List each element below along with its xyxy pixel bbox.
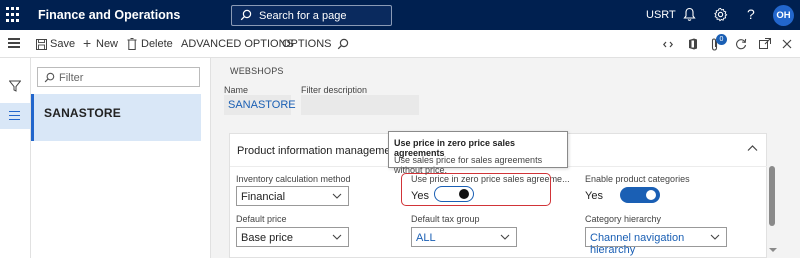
gear-icon[interactable] bbox=[713, 7, 728, 22]
waffle-icon[interactable] bbox=[6, 7, 22, 23]
default-price-value: Base price bbox=[241, 232, 293, 244]
filter-placeholder: Filter bbox=[59, 72, 84, 84]
focus-highlight bbox=[401, 173, 551, 206]
left-rail bbox=[0, 58, 31, 258]
list-panel: Filter SANASTORE bbox=[31, 58, 211, 258]
help-icon[interactable]: ? bbox=[747, 6, 755, 22]
chevron-up-icon[interactable] bbox=[747, 144, 758, 152]
default-tax-group-label: Default tax group bbox=[411, 214, 480, 224]
category-hierarchy-label: Category hierarchy bbox=[585, 214, 662, 224]
advanced-options-tab[interactable]: ADVANCED OPTIONS bbox=[181, 38, 294, 50]
open-new-window-icon[interactable] bbox=[759, 38, 771, 49]
app-title[interactable]: Finance and Operations bbox=[38, 8, 180, 22]
close-icon[interactable] bbox=[782, 39, 792, 49]
refresh-icon[interactable] bbox=[735, 38, 747, 50]
name-label: Name bbox=[224, 85, 249, 95]
top-nav-bar: Finance and Operations Search for a page… bbox=[0, 0, 800, 30]
default-tax-group-value: ALL bbox=[416, 232, 436, 244]
list-item[interactable]: SANASTORE bbox=[31, 94, 201, 141]
category-hierarchy-dropdown[interactable]: Channel navigation hierarchy bbox=[585, 227, 727, 256]
company-picker[interactable]: USRT bbox=[646, 9, 676, 21]
search-icon bbox=[44, 72, 55, 83]
default-price-dropdown[interactable]: Base price bbox=[236, 227, 349, 247]
search-placeholder: Search for a page bbox=[259, 10, 347, 22]
inventory-method-value: Financial bbox=[241, 191, 286, 203]
search-icon bbox=[240, 9, 252, 21]
action-pane: Save + New Delete ADVANCED OPTIONS OPTIO… bbox=[0, 30, 800, 58]
tooltip: Use price in zero price sales agreements… bbox=[388, 131, 568, 175]
new-button[interactable]: New bbox=[96, 38, 118, 50]
list-icon[interactable] bbox=[0, 103, 30, 129]
chevron-down-icon bbox=[332, 193, 342, 199]
filter-description-field[interactable] bbox=[301, 95, 419, 115]
name-field[interactable]: SANASTORE bbox=[224, 95, 296, 115]
inventory-method-dropdown[interactable]: Financial bbox=[236, 186, 349, 206]
default-tax-group-dropdown[interactable]: ALL bbox=[411, 227, 517, 247]
bell-icon[interactable] bbox=[683, 7, 696, 22]
scrollbar-thumb[interactable] bbox=[769, 166, 775, 226]
scroll-down-arrow-icon[interactable] bbox=[768, 247, 778, 253]
office-icon[interactable] bbox=[688, 38, 698, 50]
chevron-down-icon bbox=[710, 234, 720, 240]
filter-description-label: Filter description bbox=[301, 85, 368, 95]
search-icon[interactable] bbox=[337, 38, 349, 50]
page-caption: WEBSHOPS bbox=[230, 66, 284, 76]
product-categories-toggle[interactable] bbox=[620, 187, 660, 203]
attachments-count-badge: 0 bbox=[716, 34, 727, 45]
fasttab-title[interactable]: Product information management bbox=[237, 145, 400, 157]
inventory-method-label: Inventory calculation method bbox=[236, 174, 351, 184]
link-icon[interactable] bbox=[663, 41, 673, 48]
avatar[interactable]: OH bbox=[773, 5, 794, 26]
save-icon bbox=[36, 39, 47, 50]
default-price-label: Default price bbox=[236, 214, 287, 224]
list-item-label: SANASTORE bbox=[44, 106, 121, 120]
delete-button[interactable]: Delete bbox=[141, 38, 173, 50]
vertical-scrollbar[interactable] bbox=[767, 58, 779, 258]
tooltip-body: Use sales price for sales agreements wit… bbox=[394, 155, 543, 175]
plus-icon: + bbox=[83, 35, 92, 51]
hamburger-icon[interactable] bbox=[8, 38, 20, 48]
funnel-icon[interactable] bbox=[9, 80, 21, 92]
trash-icon bbox=[127, 38, 137, 50]
chevron-down-icon bbox=[500, 234, 510, 240]
save-button[interactable]: Save bbox=[50, 38, 75, 50]
search-input[interactable]: Search for a page bbox=[231, 5, 392, 26]
product-categories-value: Yes bbox=[585, 190, 603, 202]
filter-input[interactable]: Filter bbox=[37, 67, 200, 87]
product-categories-label: Enable product categories bbox=[585, 174, 690, 184]
options-tab[interactable]: OPTIONS bbox=[282, 38, 332, 50]
chevron-down-icon bbox=[332, 234, 342, 240]
